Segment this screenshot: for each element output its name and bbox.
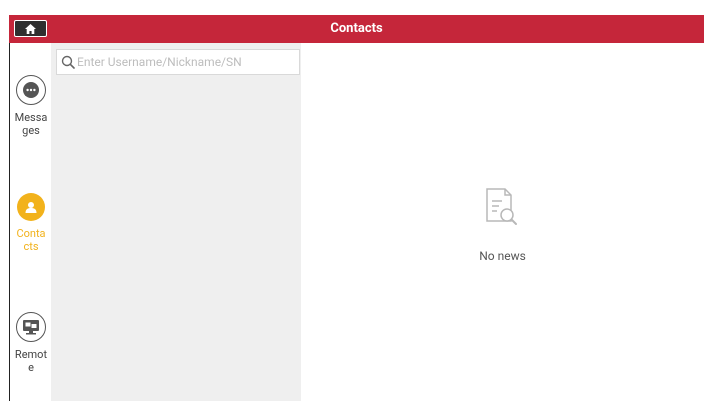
chat-bubble-icon-wrapper: [16, 75, 46, 105]
home-icon: [25, 23, 36, 34]
search-box[interactable]: [56, 49, 300, 75]
home-button[interactable]: [14, 20, 47, 37]
left-nav: Messa ges Conta cts Remot e: [9, 43, 52, 401]
nav-label-contacts: Conta cts: [16, 227, 46, 253]
page-title: Contacts: [330, 21, 383, 36]
contact-list-panel: [51, 43, 301, 401]
search-icon: [61, 55, 75, 69]
search-input[interactable]: [75, 55, 287, 69]
nav-item-remote[interactable]: Remot e: [10, 312, 52, 374]
person-icon-wrapper: [17, 193, 45, 221]
person-icon: [25, 202, 37, 213]
nav-label-messages: Messa ges: [14, 111, 48, 137]
remote-desktop-icon: [23, 320, 39, 335]
detail-panel: No news: [301, 43, 704, 401]
contacts-screen: Contacts Messa ges Conta cts Remot e Ent…: [0, 0, 704, 401]
document-search-icon: [486, 188, 517, 225]
nav-item-contacts[interactable]: Conta cts: [10, 193, 52, 253]
empty-state-text: No news: [479, 249, 526, 263]
chat-bubble-icon: [23, 82, 39, 98]
nav-item-messages[interactable]: Messa ges: [10, 75, 52, 137]
nav-label-remote: Remot e: [14, 348, 48, 374]
remote-desktop-icon-wrapper: [16, 312, 46, 342]
